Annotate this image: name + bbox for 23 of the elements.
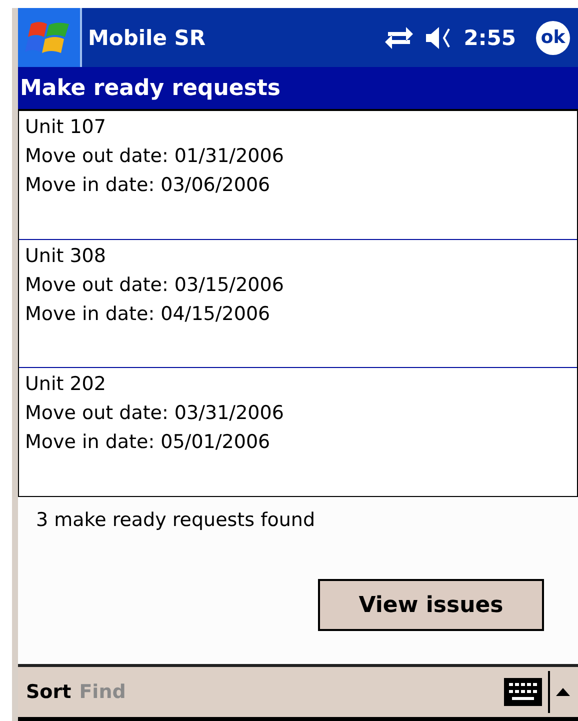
clock-time[interactable]: 2:55 — [464, 26, 516, 50]
request-item[interactable]: Unit 308 Move out date: 03/15/2006 Move in date: 04/15/2006 — [19, 240, 577, 368]
move-in-date: Move in date: 04/15/2006 — [25, 302, 272, 327]
unit-label: Unit 308 — [25, 244, 107, 269]
move-out-date: Move out date: 03/31/2006 — [25, 401, 285, 426]
ok-button[interactable]: ok — [536, 20, 570, 54]
result-count: 3 make ready requests found — [36, 509, 316, 531]
request-item[interactable]: Unit 202 Move out date: 03/31/2006 Move in date: 05/01/2006 — [19, 368, 577, 496]
start-button[interactable] — [18, 8, 82, 67]
unit-label: Unit 202 — [25, 372, 107, 398]
move-in-date: Move in date: 05/01/2006 — [25, 430, 272, 456]
connectivity-icon[interactable] — [384, 24, 414, 50]
keyboard-icon[interactable] — [504, 678, 542, 706]
menu-item[interactable]: Sort — [22, 681, 76, 703]
request-item[interactable]: Unit 107 Move out date: 01/31/2006 Move in date: 03/06/2006 — [19, 111, 577, 240]
move-in-date: Move in date: 03/06/2006 — [25, 173, 272, 198]
up-arrow-icon[interactable] — [556, 688, 570, 696]
page-header: Make ready requests — [18, 67, 578, 109]
unit-label: Unit 107 — [25, 115, 107, 140]
move-out-date: Move out date: 01/31/2006 — [25, 144, 285, 169]
view-issues-button[interactable]: View issues — [318, 579, 544, 631]
move-out-date: Move out date: 03/15/2006 — [25, 272, 285, 298]
app-title: Mobile SR — [88, 26, 207, 50]
